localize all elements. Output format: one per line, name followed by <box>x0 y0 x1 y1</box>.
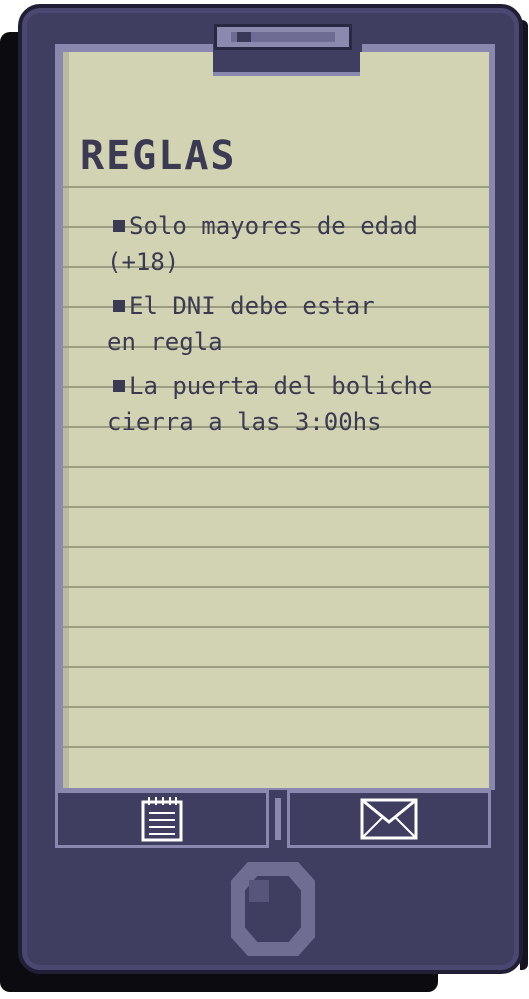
rule-text-line2: (+18) <box>107 248 180 276</box>
rule-text-line2: en regla <box>107 328 223 356</box>
bullet-icon <box>113 380 125 392</box>
notepad-icon <box>141 797 183 842</box>
home-button-shine <box>249 880 269 902</box>
bullet-icon <box>113 220 125 232</box>
page-title: REGLAS <box>80 133 237 179</box>
rule-item: Solo mayores de edad (+18) <box>107 208 477 280</box>
rule-item: El DNI debe estar en regla <box>107 288 477 360</box>
home-button[interactable] <box>231 862 315 956</box>
rule-item: La puerta del boliche cierra a las 3:00hs <box>107 368 477 440</box>
app-dock <box>55 790 491 850</box>
rule-text-line2: cierra a las 3:00hs <box>107 408 382 436</box>
dock-divider <box>275 798 281 840</box>
mail-button[interactable] <box>287 790 491 848</box>
rule-text-line1: La puerta del boliche <box>129 372 433 400</box>
envelope-icon <box>360 798 418 840</box>
notes-button[interactable] <box>55 790 269 848</box>
front-camera <box>237 32 251 42</box>
rule-text-line1: El DNI debe estar <box>129 292 375 320</box>
bullet-icon <box>113 300 125 312</box>
phone-speaker <box>214 24 352 50</box>
rule-text-line1: Solo mayores de edad <box>129 212 418 240</box>
